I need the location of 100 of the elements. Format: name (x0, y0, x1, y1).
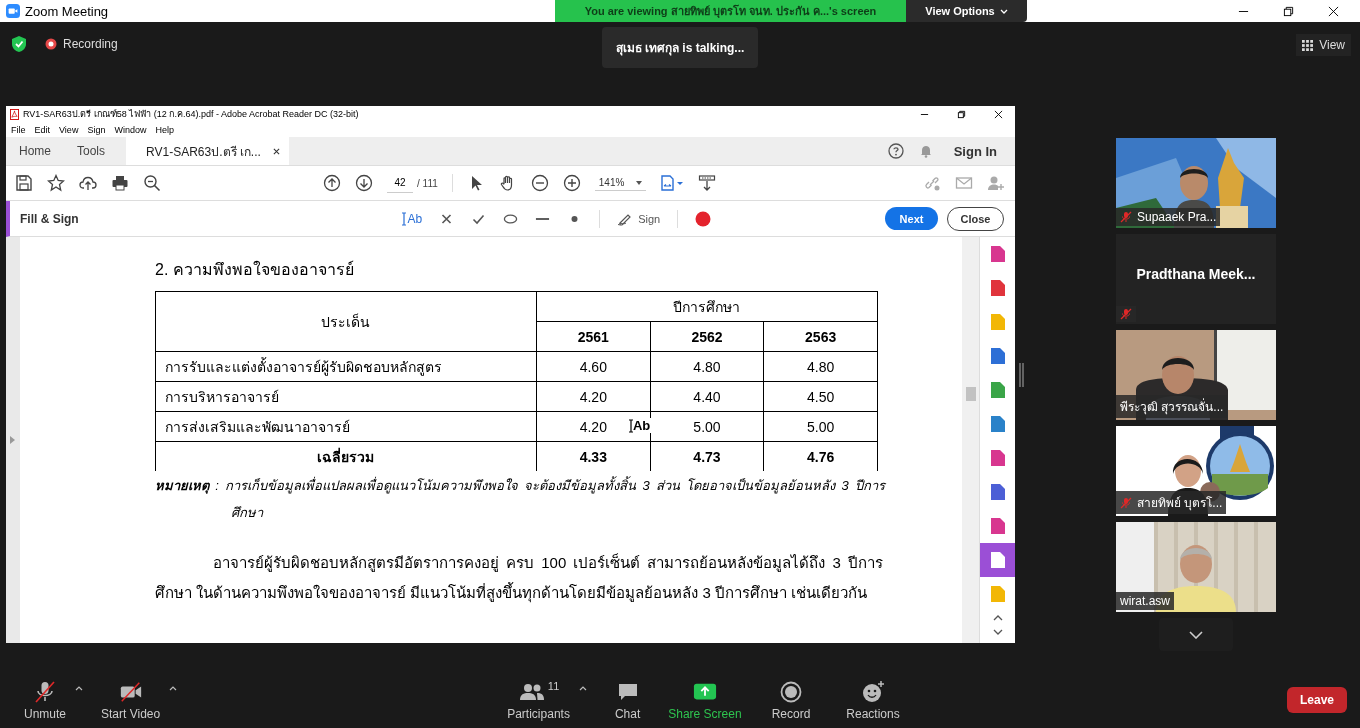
document-window-title: RV1-SAR63ป.ตรี เกณฑ์58 ไฟฟ้า (12 ก.ค.64).pdf - Adobe Acrobat Reader DC (32-bit) (23, 108, 359, 121)
zoom-logo-icon (6, 4, 20, 18)
tab[interactable]: RV1-SAR63ป.ตรี เก... (126, 137, 289, 165)
record-icon (779, 679, 803, 704)
participant-count: 11 (547, 679, 560, 692)
caret-up-icon[interactable] (75, 685, 84, 691)
section-heading: 2. ความพึงพอใจของอาจารย์ (155, 259, 355, 280)
participant-name: สายทิพย์ บุตรโ... (1137, 495, 1223, 512)
participant-tile[interactable]: Pradthana Meek... (1116, 234, 1276, 324)
window-title: Zoom Meeting (25, 3, 109, 19)
chat-button[interactable]: Chat (614, 679, 641, 721)
tab[interactable]: Tools (64, 137, 119, 165)
text-cursor-icon (402, 211, 407, 226)
sign-in-button[interactable]: Sign In (947, 137, 1003, 165)
chevron-up-icon[interactable] (992, 615, 1003, 621)
record-button[interactable]: Record (771, 679, 811, 721)
text-cursor-icon (629, 418, 633, 433)
close-icon[interactable] (994, 109, 1003, 119)
table-cell: 4.20 (536, 381, 651, 412)
chevron-down-icon[interactable] (992, 629, 1003, 635)
reactions-button[interactable]: Reactions (846, 679, 900, 721)
participant-name: Supaaek Pra... (1137, 210, 1217, 224)
sign-tool[interactable]: Sign (617, 211, 661, 226)
fit-page-icon[interactable] (660, 174, 685, 192)
participant-name: พีระวุฒิ สุวรรณจั่น... (1120, 397, 1224, 416)
body-paragraph: อาจารย์ผู้รับผิดชอบหลักสูตรมีอัตราการคงอยู่ ครบ 100 เปอร์เซ็นต์ สามารถย้อนหลังข้อมูลได้ถึง 3 ปีการศึกษา ในด้านความพึงพอใจของอาจารย์ มีแนวโน้มที่สูงขึ้นทุกด้านโดยมีข้อมูลย้อนหลัง 3 ปีการศึกษา เช่นเดียวกัน (155, 552, 883, 605)
tool-button[interactable] (980, 543, 1015, 577)
scroll-mode-icon[interactable] (698, 174, 717, 192)
unmute-button[interactable]: Unmute (24, 679, 67, 721)
participant-tile[interactable]: wirat.asw (1116, 522, 1276, 612)
participants-button[interactable]: 11 Participants (507, 679, 570, 721)
arrow-up-circle-icon[interactable] (323, 174, 341, 192)
splitter-handle[interactable] (1019, 363, 1024, 387)
recording-label: Recording (63, 37, 118, 51)
table-cell: 4.50 (763, 381, 878, 412)
menu-item[interactable]: File (11, 124, 26, 135)
menu-item[interactable]: Help (155, 124, 174, 135)
table-header-cell: 2563 (763, 321, 878, 352)
add-text-tool[interactable]: Ab (402, 211, 423, 226)
table-header-cell: 2561 (536, 321, 651, 352)
record-dot-icon (45, 38, 57, 50)
caret-up-icon[interactable] (169, 685, 178, 691)
talking-toast: สุเมธ เทศกุล is talking... (602, 27, 758, 68)
color-swatch-icon[interactable] (695, 210, 712, 227)
close-icon[interactable] (1328, 5, 1339, 17)
table-cell: 4.80 (650, 351, 764, 382)
table-cell: การบริหารอาจารย์ (155, 381, 537, 412)
arrow-down-circle-icon[interactable] (355, 174, 373, 192)
restore-icon[interactable] (957, 109, 966, 119)
fill-sign-title: Fill & Sign (20, 211, 79, 226)
help-icon[interactable] (887, 143, 904, 159)
start-video-button[interactable]: Start Video (101, 679, 161, 721)
restore-icon[interactable] (1283, 5, 1294, 17)
view-options-button[interactable]: View Options (906, 0, 1027, 22)
zoom-out-icon[interactable] (530, 174, 549, 192)
zoom-dropdown[interactable]: 141% (594, 175, 647, 191)
menu-item[interactable]: Sign (87, 124, 106, 135)
next-button[interactable]: Next (885, 207, 938, 230)
chevron-down-icon (1189, 630, 1203, 639)
printer-icon[interactable] (111, 174, 129, 192)
cloud-upload-icon[interactable] (79, 174, 97, 192)
participant-name: wirat.asw (1120, 594, 1170, 608)
leave-button[interactable]: Leave (1287, 687, 1347, 713)
zoom-in-icon[interactable] (562, 174, 581, 192)
star-icon[interactable] (47, 174, 65, 192)
view-button[interactable]: View (1296, 34, 1351, 56)
table-header-cell: 2562 (650, 321, 764, 352)
ellipse-icon[interactable] (503, 211, 519, 226)
participant-tile[interactable]: Supaaek Pra... (1116, 138, 1276, 228)
note-text: หมายเหตุ : การเก็บข้อมูลเพื่อแปลผลเพื่อดูแนวโน้มความพึงพอใจ จะต้องมีข้อมูลทั้งสิ้น 3 ส่วน โดยอาจเป็นข้อมูลย้อนหลัง 3 ปีการศึกษา (155, 475, 885, 522)
muted-mic-icon (33, 679, 57, 704)
table-cell: 4.40 (650, 381, 764, 412)
page-total: / 111 (417, 177, 438, 189)
caret-icon (636, 180, 643, 185)
menu-item[interactable]: Window (114, 124, 147, 135)
caret-up-icon[interactable] (578, 685, 587, 691)
tab[interactable]: Home (6, 137, 64, 165)
shield-icon[interactable] (11, 35, 27, 53)
menu-item[interactable]: Edit (34, 124, 51, 135)
text-cursor: Ab (628, 418, 652, 433)
participant-tile[interactable]: พีระวุฒิ สุวรรณจั่น... (1116, 330, 1276, 420)
table-cell: 4.80 (763, 351, 878, 382)
table-cell: การส่งเสริมและพัฒนาอาจารย์ (155, 411, 537, 442)
table-cell: การรับและแต่งตั้งอาจารย์ผู้รับผิดชอบหลักสูตร (155, 351, 537, 382)
zoom-out-search-icon[interactable] (143, 174, 161, 192)
close-button[interactable]: Close (947, 206, 1004, 231)
grid-icon (1302, 39, 1314, 51)
table-header-cell: ประเด็น (155, 291, 537, 352)
table-cell: เฉลี่ยรวม (155, 441, 537, 471)
close-icon[interactable] (272, 147, 280, 155)
chevron-down-icon (999, 8, 1008, 14)
table-cell: 4.60 (536, 351, 651, 382)
participant-tile[interactable]: สายทิพย์ บุตรโ... (1116, 426, 1276, 516)
participant-name: Pradthana Meek... (1136, 266, 1256, 282)
scroll-thumb[interactable] (965, 387, 976, 401)
save-icon[interactable] (15, 174, 33, 192)
table-cell: 5.00 (763, 411, 878, 442)
share-screen-button[interactable]: Share Screen (668, 679, 742, 721)
share-banner: You are viewing สายทิพย์ บุตรโท จนท. ประกัน ค...'s screen (555, 0, 906, 22)
menu-item[interactable]: View (59, 124, 79, 135)
